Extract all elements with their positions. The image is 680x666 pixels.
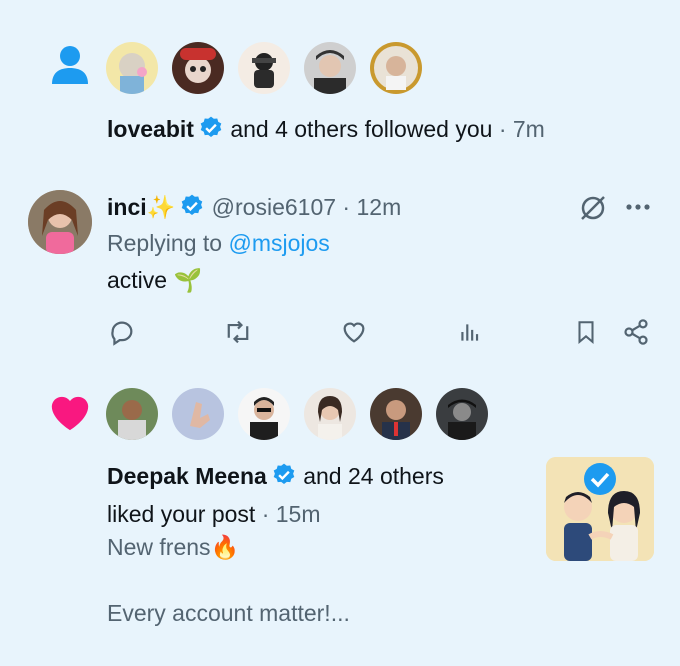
like-icon[interactable] [338,316,370,348]
others-count: and 24 others [303,463,444,489]
timestamp: 7m [512,116,545,142]
avatar[interactable] [172,42,224,94]
heart-icon [48,392,92,437]
replying-to: Replying to @msjojos [107,229,330,257]
retweet-icon[interactable] [222,316,254,348]
more-icon[interactable] [624,200,652,219]
follow-text: loveabit and 4 others followed you · 7m [107,115,545,147]
verified-icon [198,115,224,147]
timestamp: 15m [275,501,321,527]
avatar[interactable] [106,388,158,440]
replying-prefix: Replying to [107,230,223,256]
bookmark-icon[interactable] [570,316,602,348]
avatar[interactable] [304,388,356,440]
tweet-header: inci✨ @rosie6107 · 12m [107,193,401,225]
liker-name[interactable]: Deepak Meena [107,463,267,489]
avatar[interactable] [172,388,224,440]
tweet-body: active 🌱 [107,267,203,293]
avatar[interactable] [106,42,158,94]
person-icon [50,44,90,91]
avatar[interactable] [28,190,92,254]
views-icon[interactable] [454,316,486,348]
avatar[interactable] [238,42,290,94]
like-header: Deepak Meena and 24 others [107,462,444,494]
time-separator: · [261,501,270,527]
post-preview-line2: Every account matter!... [107,600,350,626]
follower-name[interactable]: loveabit [107,116,194,142]
verified-icon [179,193,205,225]
author-name[interactable]: inci [107,194,147,220]
like-description: liked your post [107,501,256,527]
post-thumbnail[interactable] [546,457,654,561]
time-separator: · [342,194,351,220]
avatar[interactable] [238,388,290,440]
author-handle[interactable]: @rosie6107 [212,194,336,220]
sparkles-icon: ✨ [146,194,176,220]
avatar[interactable] [436,388,488,440]
avatar[interactable] [370,388,422,440]
avatar[interactable] [304,42,356,94]
timestamp: 12m [356,194,402,220]
like-action: liked your post · 15m [107,500,321,528]
share-icon[interactable] [620,316,652,348]
follow-description: and 4 others followed you [230,116,493,142]
grok-icon[interactable] [578,193,608,228]
avatar[interactable] [370,42,422,94]
reply-icon[interactable] [106,316,138,348]
post-preview-line1: New frens🔥 [107,534,240,560]
verified-icon [271,462,297,494]
time-separator: · [498,116,507,142]
replying-to-handle[interactable]: @msjojos [228,230,329,256]
